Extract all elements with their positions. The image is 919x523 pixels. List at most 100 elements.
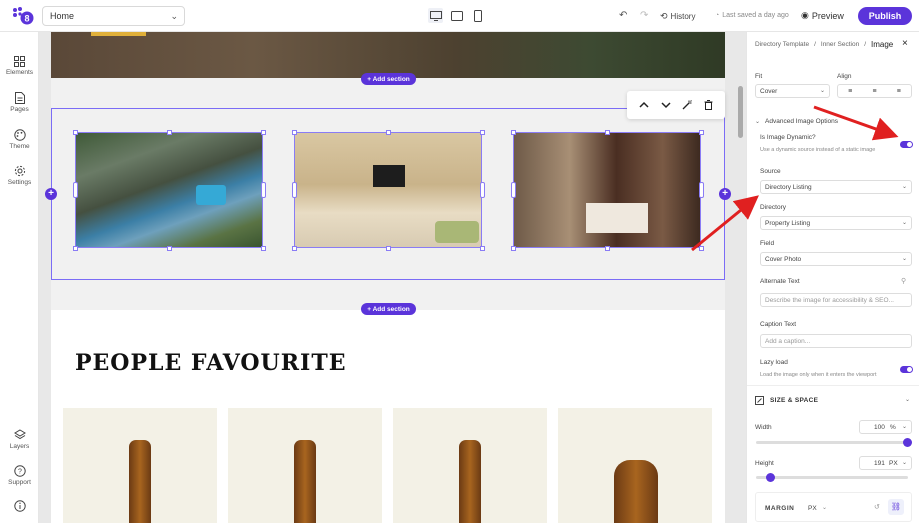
publish-button[interactable]: Publish <box>858 7 912 25</box>
section-heading[interactable]: PEOPLE FAVOURITE <box>75 350 346 376</box>
sidebar-item-elements[interactable]: Elements <box>0 56 39 76</box>
sidebar-item-pages[interactable]: Pages <box>0 92 39 113</box>
add-section-button[interactable]: + Add section <box>361 73 416 85</box>
gallery-image-living-room[interactable] <box>294 132 482 248</box>
redo-icon[interactable]: ↷ <box>640 10 648 21</box>
editor-canvas[interactable]: + Add section + + + Add section PEOPLE F… <box>39 32 746 523</box>
delete-icon[interactable] <box>704 100 713 110</box>
resize-handle[interactable] <box>386 130 391 135</box>
width-input[interactable]: 100 % ⌄ <box>859 420 912 434</box>
sidebar-item-label: Support <box>8 479 31 486</box>
undo-icon[interactable]: ↶ <box>619 10 627 21</box>
caption-input[interactable]: Add a caption... <box>760 334 912 348</box>
advanced-options-toggle[interactable]: ⌄ Advanced Image Options <box>755 118 838 125</box>
height-slider[interactable] <box>756 476 908 479</box>
chevron-down-icon[interactable]: ⌄ <box>905 396 910 403</box>
gallery-image-bedroom[interactable] <box>513 132 701 248</box>
breadcrumb-item[interactable]: Directory Template <box>755 41 809 48</box>
side-resize-handle[interactable] <box>292 182 297 198</box>
history-button[interactable]: ⟲ History <box>660 11 695 22</box>
side-resize-handle[interactable] <box>73 182 78 198</box>
resize-handle[interactable] <box>73 246 78 251</box>
chevron-down-icon: ⌄ <box>819 88 825 94</box>
magic-wand-icon[interactable]: ⚲ <box>901 277 906 285</box>
resize-handle[interactable] <box>605 130 610 135</box>
resize-handle[interactable] <box>511 246 516 251</box>
resize-handle[interactable] <box>167 130 172 135</box>
side-resize-handle[interactable] <box>511 182 516 198</box>
fit-select[interactable]: Cover ⌄ <box>755 84 830 98</box>
canvas-scrollbar[interactable] <box>738 86 743 138</box>
size-space-header[interactable]: SIZE & SPACE <box>755 396 818 405</box>
side-resize-handle[interactable] <box>699 182 704 198</box>
add-section-button[interactable]: + Add section <box>361 303 416 315</box>
preview-label: Preview <box>811 10 844 21</box>
product-card[interactable] <box>63 408 217 523</box>
resize-handle[interactable] <box>167 246 172 251</box>
page-select[interactable]: Home ⌄ <box>42 6 185 26</box>
height-slider-handle[interactable] <box>766 473 775 482</box>
properties-panel: Directory Template / Inner Section / Image… <box>746 32 919 523</box>
resize-handle[interactable] <box>73 130 78 135</box>
width-slider[interactable] <box>756 441 908 444</box>
mobile-view-button[interactable] <box>470 8 485 23</box>
desktop-icon <box>429 10 442 21</box>
move-up-icon[interactable] <box>639 101 649 109</box>
sidebar-item-info[interactable] <box>0 500 39 514</box>
resize-handle[interactable] <box>605 246 610 251</box>
side-resize-handle[interactable] <box>480 182 485 198</box>
resize-handle[interactable] <box>261 246 266 251</box>
sidebar-item-layers[interactable]: Layers <box>0 429 39 450</box>
gallery-image-villa[interactable] <box>75 132 263 248</box>
sidebar-item-support[interactable]: ? Support <box>0 465 39 486</box>
breadcrumb: Directory Template / Inner Section / Image <box>755 40 894 49</box>
resize-handle[interactable] <box>292 130 297 135</box>
product-card[interactable] <box>228 408 382 523</box>
lazy-load-toggle[interactable] <box>900 366 913 373</box>
preview-button[interactable]: ◉ Preview <box>801 10 844 21</box>
alt-text-input[interactable]: Describe the image for accessibility & S… <box>760 293 912 307</box>
height-input[interactable]: 191 PX ⌄ <box>859 456 912 470</box>
save-status: ◔ Last saved a day ago <box>715 12 789 19</box>
move-down-icon[interactable] <box>661 101 671 109</box>
lazy-load-description: Load the image only when it enters the v… <box>760 372 877 378</box>
desktop-view-button[interactable] <box>428 8 443 23</box>
resize-handle[interactable] <box>511 130 516 135</box>
sidebar-item-theme[interactable]: Theme <box>0 129 39 150</box>
margin-unit[interactable]: PX <box>808 505 817 512</box>
check-circle-icon: ◔ <box>715 12 720 19</box>
breadcrumb-item[interactable]: Inner Section <box>821 41 859 48</box>
sidebar-item-settings[interactable]: Settings <box>0 165 39 186</box>
product-card[interactable] <box>393 408 547 523</box>
hero-accent-bar <box>91 32 146 36</box>
directory-select[interactable]: Property Listing ⌄ <box>760 216 912 230</box>
resize-handle[interactable] <box>386 246 391 251</box>
app-logo-icon[interactable]: 8 <box>12 7 34 25</box>
dynamic-toggle[interactable] <box>900 141 913 148</box>
resize-handle[interactable] <box>480 130 485 135</box>
source-select[interactable]: Directory Listing ⌄ <box>760 180 912 194</box>
chevron-down-icon: ⌄ <box>901 424 907 430</box>
product-card[interactable] <box>558 408 712 523</box>
resize-handle[interactable] <box>261 130 266 135</box>
mobile-icon <box>473 9 482 22</box>
add-right-button[interactable]: + <box>719 188 731 200</box>
resize-handle[interactable] <box>480 246 485 251</box>
dynamic-label: Is Image Dynamic? <box>760 134 816 141</box>
resize-handle[interactable] <box>699 130 704 135</box>
align-right-icon[interactable]: ≡ <box>897 88 901 95</box>
align-center-icon[interactable]: ≡ <box>872 88 876 95</box>
close-icon[interactable]: × <box>902 38 908 49</box>
reset-icon[interactable]: ↺ <box>874 503 880 511</box>
resize-handle[interactable] <box>292 246 297 251</box>
growler-bottle <box>614 460 658 523</box>
link-icon[interactable]: ⛓ <box>888 499 904 515</box>
tablet-view-button[interactable] <box>449 8 464 23</box>
align-left-icon[interactable]: ≡ <box>848 88 852 95</box>
resize-handle[interactable] <box>699 246 704 251</box>
side-resize-handle[interactable] <box>261 182 266 198</box>
field-select[interactable]: Cover Photo ⌄ <box>760 252 912 266</box>
magic-wand-icon[interactable] <box>682 100 693 110</box>
add-left-button[interactable]: + <box>45 188 57 200</box>
width-slider-handle[interactable] <box>903 438 912 447</box>
